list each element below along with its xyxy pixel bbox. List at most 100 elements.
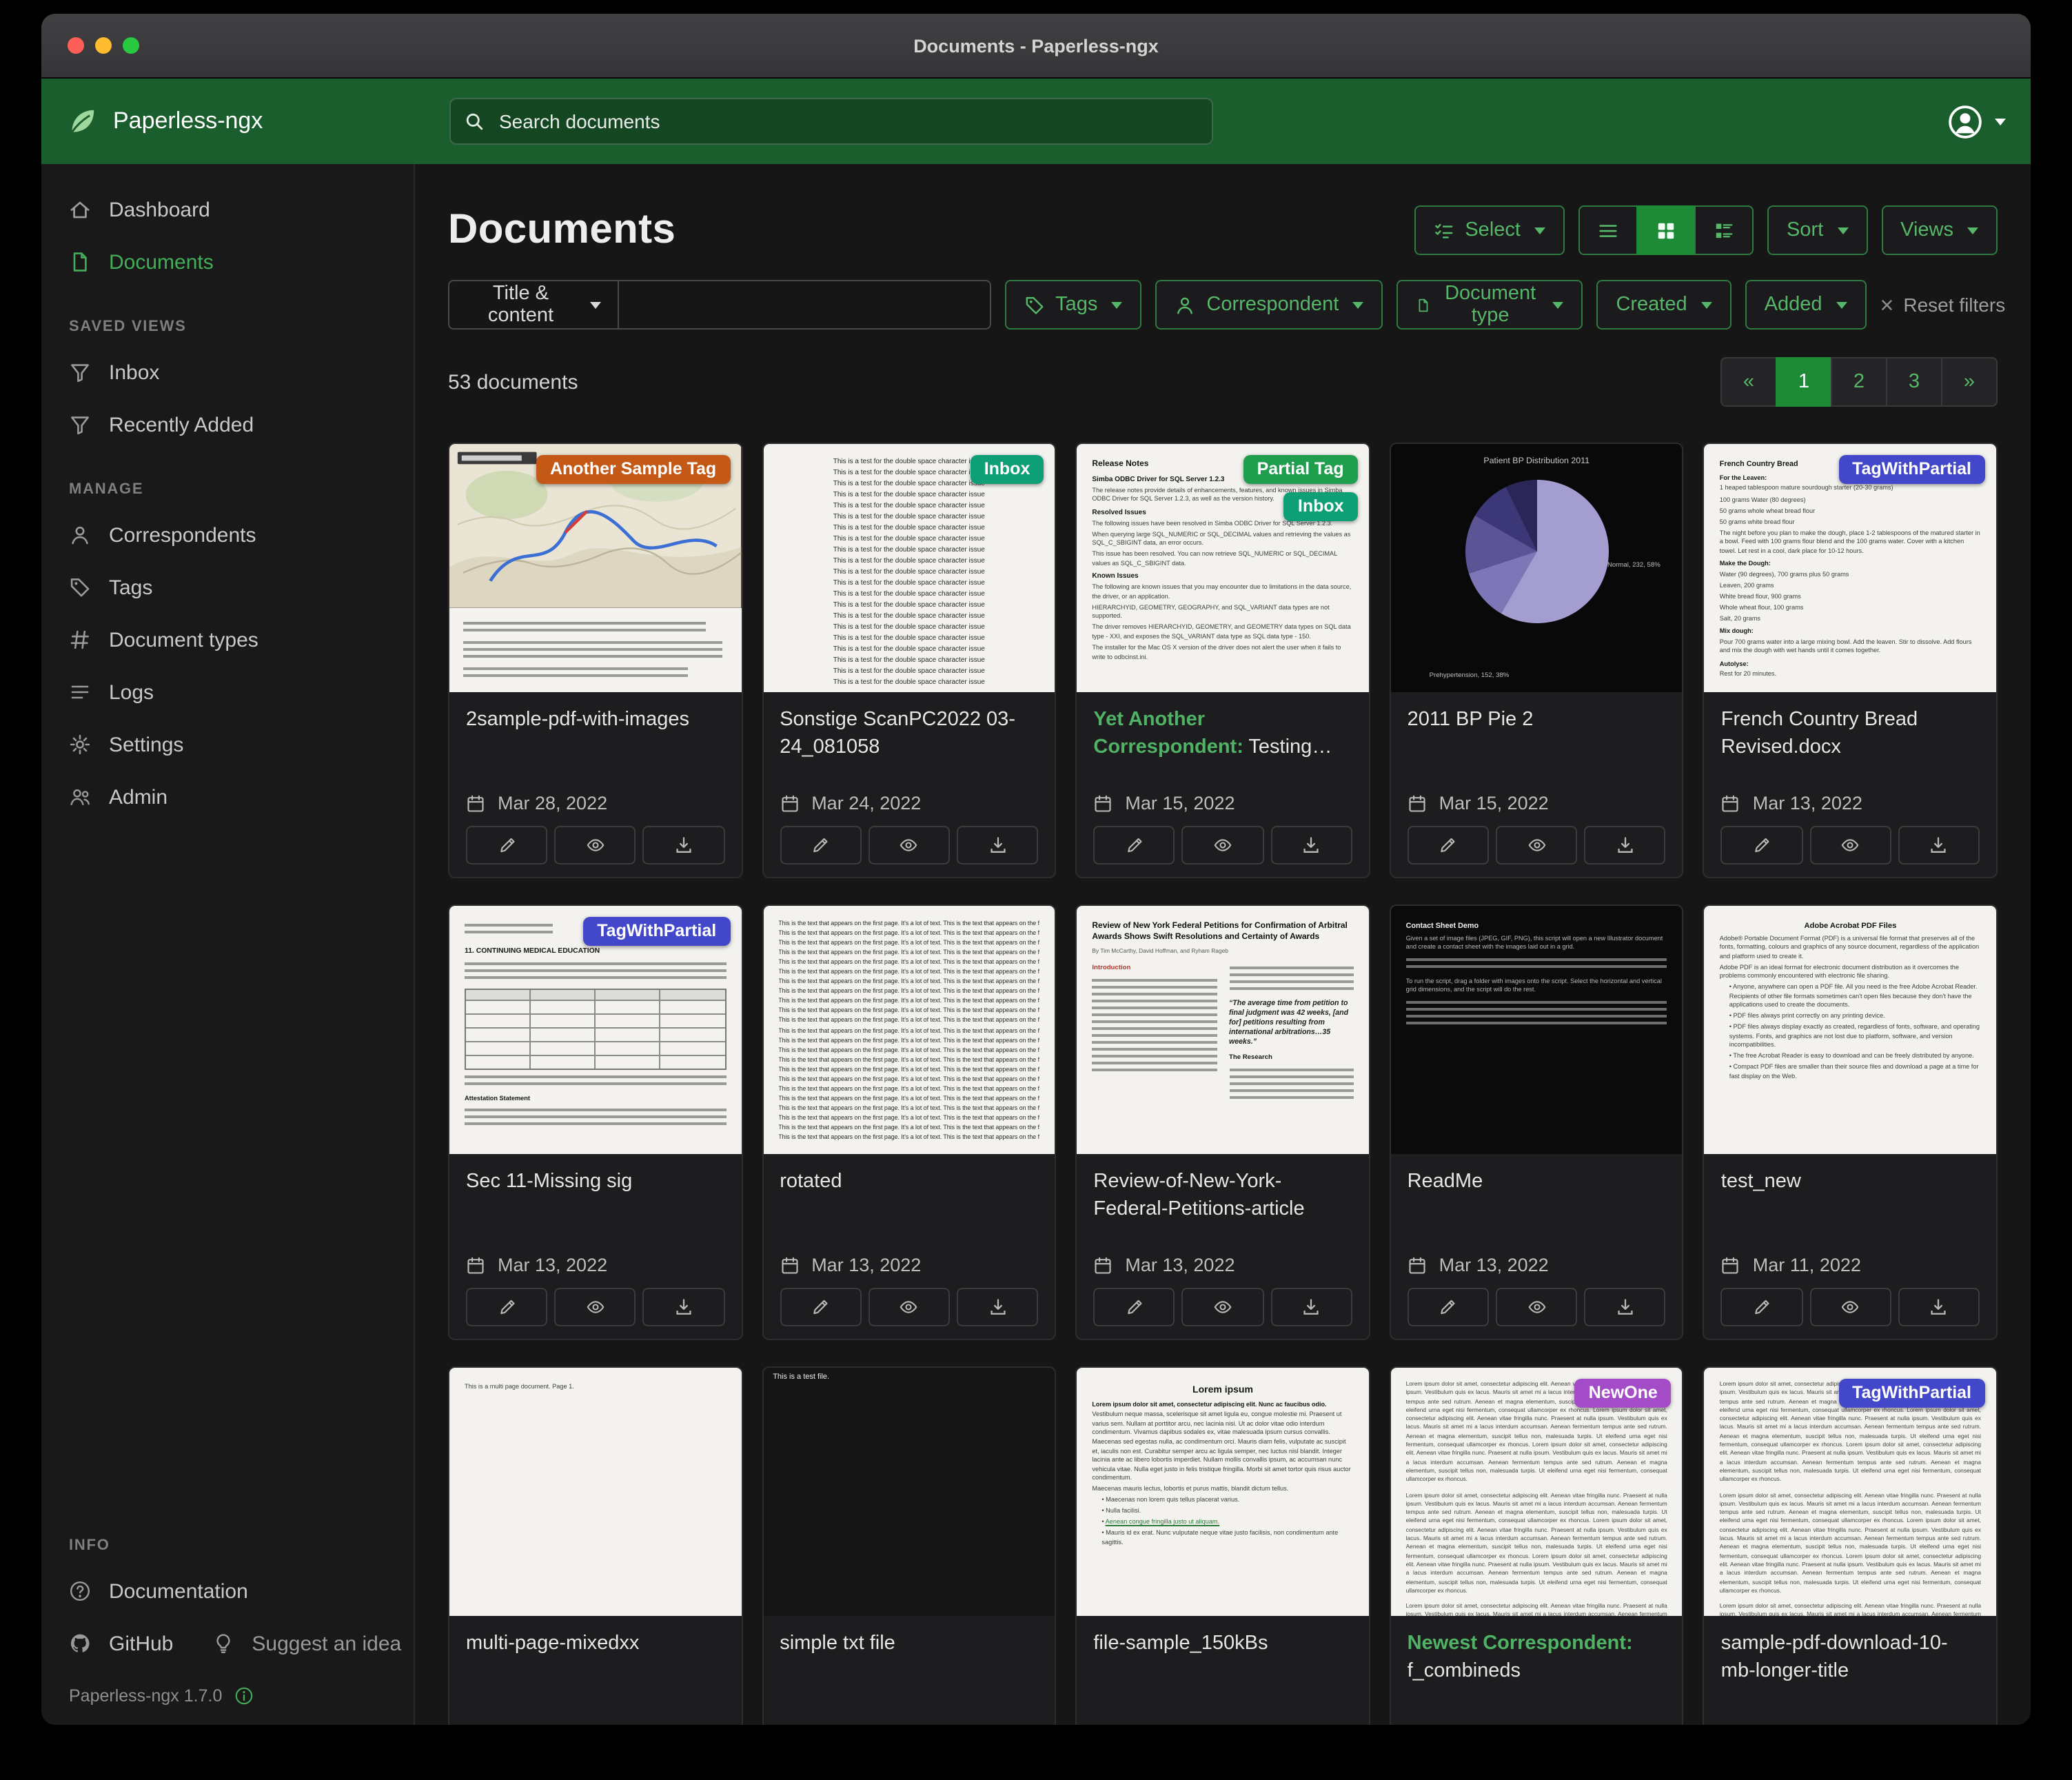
document-card[interactable]: This is a test for the double space char… <box>762 443 1056 878</box>
document-card[interactable]: Adobe Acrobat PDF FilesAdobe® Portable D… <box>1703 904 1998 1340</box>
document-thumbnail[interactable]: Lorem ipsumLorem ipsum dolor sit amet, c… <box>1077 1368 1368 1616</box>
tags-filter-button[interactable]: Tags <box>1004 280 1141 330</box>
sidebar-item-admin[interactable]: Admin <box>41 771 414 823</box>
document-card[interactable]: Contact Sheet DemoGiven a set of image f… <box>1390 904 1684 1340</box>
view-document-button[interactable] <box>1496 826 1577 864</box>
sidebar-item-suggest-idea[interactable]: Suggest an idea <box>184 1617 412 1670</box>
document-thumbnail[interactable]: Lorem ipsum dolor sit amet, consectetur … <box>1705 1368 1996 1616</box>
document-title[interactable]: Sonstige ScanPC2022 03-24_081058 <box>780 706 1038 761</box>
document-card[interactable]: Patient BP Distribution 2011Normal, 232,… <box>1390 443 1684 878</box>
edit-document-button[interactable] <box>1721 826 1802 864</box>
sidebar-item-documents[interactable]: Documents <box>41 236 414 288</box>
correspondent-filter-button[interactable]: Correspondent <box>1155 280 1383 330</box>
document-title[interactable]: Review-of-New-York-Federal-Petitions-art… <box>1093 1168 1352 1223</box>
document-card[interactable]: Release NotesSimba ODBC Driver for SQL S… <box>1075 443 1370 878</box>
edit-document-button[interactable] <box>780 1288 861 1326</box>
tag-newone[interactable]: NewOne <box>1575 1379 1672 1408</box>
zoom-window-button[interactable] <box>123 37 139 54</box>
sidebar-item-inbox[interactable]: Inbox <box>41 346 414 398</box>
pagination-next[interactable]: » <box>1941 357 1998 407</box>
document-title[interactable]: rotated <box>780 1168 1038 1195</box>
document-thumbnail[interactable]: Another Sample Tag <box>449 444 741 692</box>
tag-partial-tag[interactable]: Partial Tag <box>1243 455 1358 484</box>
download-document-button[interactable] <box>643 826 724 864</box>
document-thumbnail[interactable]: Patient BP Distribution 2011Normal, 232,… <box>1391 444 1683 692</box>
view-document-button[interactable] <box>1182 826 1263 864</box>
document-card[interactable]: This is the text that appears on the fir… <box>762 904 1056 1340</box>
pagination-page-1[interactable]: 1 <box>1776 357 1832 407</box>
download-document-button[interactable] <box>1898 826 1980 864</box>
document-title[interactable]: test_new <box>1721 1168 1980 1195</box>
tag-another-sample-tag[interactable]: Another Sample Tag <box>536 455 730 484</box>
edit-document-button[interactable] <box>1093 826 1175 864</box>
download-document-button[interactable] <box>1584 1288 1665 1326</box>
document-thumbnail[interactable]: This is a multi page document. Page 1. <box>449 1368 741 1616</box>
edit-document-button[interactable] <box>466 1288 547 1326</box>
document-card[interactable]: French Country BreadFor the Leaven:1 hea… <box>1703 443 1998 878</box>
minimize-window-button[interactable] <box>95 37 112 54</box>
view-document-button[interactable] <box>1809 826 1891 864</box>
view-document-button[interactable] <box>869 826 950 864</box>
close-window-button[interactable] <box>68 37 84 54</box>
title-content-input[interactable] <box>620 280 991 330</box>
reset-filters-button[interactable]: × Reset filters <box>1880 293 2006 316</box>
view-document-button[interactable] <box>554 826 636 864</box>
edit-document-button[interactable] <box>466 826 547 864</box>
download-document-button[interactable] <box>957 826 1038 864</box>
sidebar-item-github[interactable]: GitHub <box>41 1617 184 1670</box>
sort-button[interactable]: Sort <box>1767 205 1867 255</box>
document-card[interactable]: Review of New York Federal Petitions for… <box>1075 904 1370 1340</box>
sidebar-item-logs[interactable]: Logs <box>41 666 414 718</box>
document-title[interactable]: ReadMe <box>1408 1168 1666 1195</box>
document-thumbnail[interactable]: Adobe Acrobat PDF FilesAdobe® Portable D… <box>1705 906 1996 1154</box>
pagination-page-3[interactable]: 3 <box>1886 357 1942 407</box>
view-document-button[interactable] <box>869 1288 950 1326</box>
grid-view-button[interactable] <box>1636 205 1696 255</box>
document-title[interactable]: 2011 BP Pie 2 <box>1408 706 1666 734</box>
sidebar-item-document-types[interactable]: Document types <box>41 614 414 666</box>
document-title[interactable]: Sec 11-Missing sig <box>466 1168 724 1195</box>
title-content-dropdown[interactable]: Title & content <box>448 280 620 330</box>
edit-document-button[interactable] <box>1408 1288 1489 1326</box>
document-thumbnail[interactable]: Release NotesSimba ODBC Driver for SQL S… <box>1077 444 1368 692</box>
sidebar-item-correspondents[interactable]: Correspondents <box>41 509 414 561</box>
document-title[interactable]: French Country Bread Revised.docx <box>1721 706 1980 761</box>
tag-tagwithpartial[interactable]: TagWithPartial <box>583 917 730 946</box>
view-document-button[interactable] <box>554 1288 636 1326</box>
list-view-button[interactable] <box>1578 205 1638 255</box>
download-document-button[interactable] <box>1898 1288 1980 1326</box>
view-document-button[interactable] <box>1809 1288 1891 1326</box>
document-title[interactable]: simple txt file <box>780 1630 1038 1657</box>
document-card[interactable]: Another Sample Tag 2sample-pdf-with-imag… <box>448 443 742 878</box>
sidebar-item-dashboard[interactable]: Dashboard <box>41 183 414 236</box>
edit-document-button[interactable] <box>1093 1288 1175 1326</box>
user-menu[interactable] <box>1948 104 2006 139</box>
document-thumbnail[interactable]: This is the text that appears on the fir… <box>763 906 1055 1154</box>
views-button[interactable]: Views <box>1881 205 1998 255</box>
document-title[interactable]: file-sample_150kBs <box>1093 1630 1352 1657</box>
document-type-filter-button[interactable]: Document type <box>1396 280 1583 330</box>
document-thumbnail[interactable]: Review of New York Federal Petitions for… <box>1077 906 1368 1154</box>
document-thumbnail[interactable]: This is a test for the double space char… <box>763 444 1055 692</box>
pagination-prev[interactable]: « <box>1720 357 1777 407</box>
created-filter-button[interactable]: Created <box>1596 280 1731 330</box>
tag-inbox[interactable]: Inbox <box>971 455 1044 484</box>
search-input[interactable] <box>496 109 1198 134</box>
document-thumbnail[interactable]: French Country BreadFor the Leaven:1 hea… <box>1705 444 1996 692</box>
download-document-button[interactable] <box>1270 826 1352 864</box>
sidebar-item-tags[interactable]: Tags <box>41 561 414 614</box>
document-card[interactable]: Lorem ipsum dolor sit amet, consectetur … <box>1390 1366 1684 1725</box>
select-button[interactable]: Select <box>1414 205 1565 255</box>
tag-tagwithpartial[interactable]: TagWithPartial <box>1838 1379 1985 1408</box>
pagination-page-2[interactable]: 2 <box>1831 357 1887 407</box>
document-thumbnail[interactable]: Lorem ipsum dolor sit amet, consectetur … <box>1391 1368 1683 1616</box>
document-thumbnail[interactable]: 11. CONTINUING MEDICAL EDUCATIONAttestat… <box>449 906 741 1154</box>
download-document-button[interactable] <box>643 1288 724 1326</box>
download-document-button[interactable] <box>1584 826 1665 864</box>
brand[interactable]: Paperless-ngx <box>66 105 414 138</box>
sidebar-item-settings[interactable]: Settings <box>41 718 414 771</box>
document-card[interactable]: This is a multi page document. Page 1. m… <box>448 1366 742 1725</box>
edit-document-button[interactable] <box>780 826 861 864</box>
detail-view-button[interactable] <box>1694 205 1754 255</box>
edit-document-button[interactable] <box>1721 1288 1802 1326</box>
